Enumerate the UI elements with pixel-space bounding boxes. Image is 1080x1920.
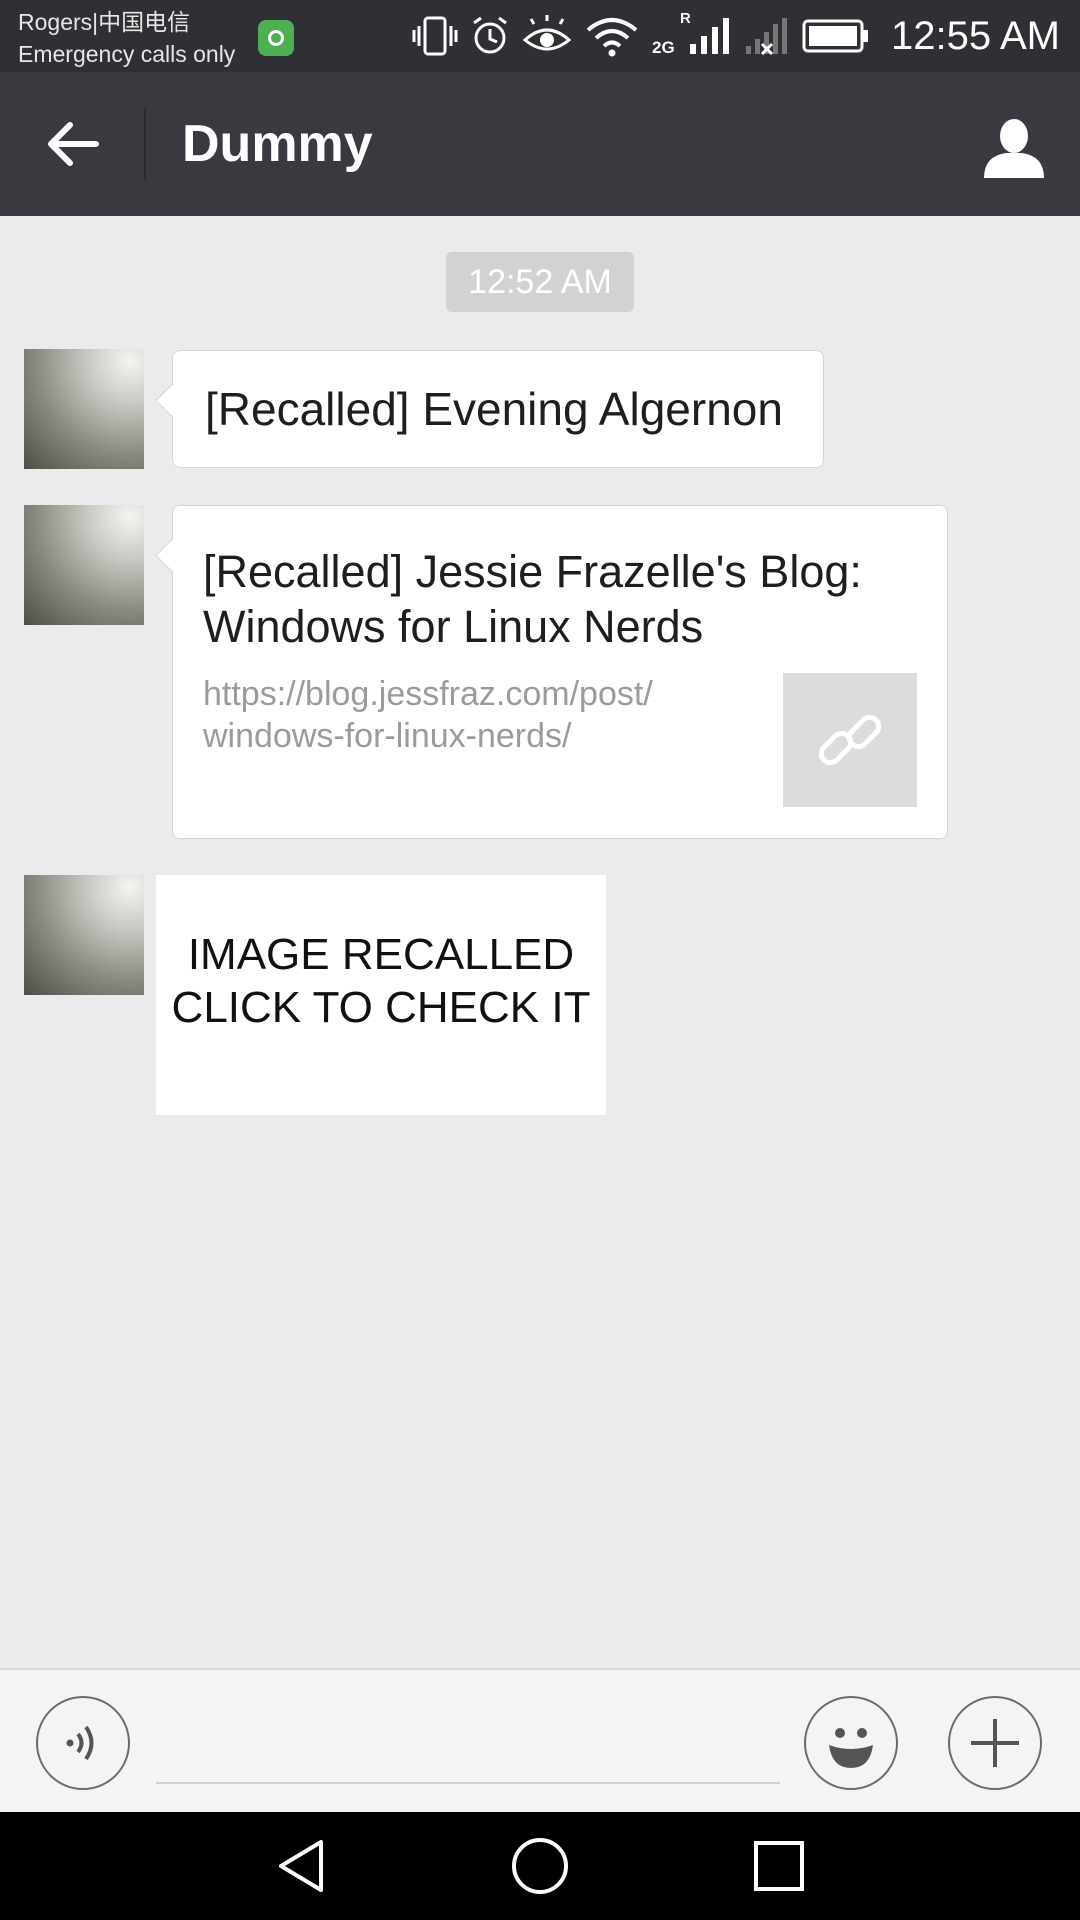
sender-avatar[interactable] — [24, 349, 144, 469]
network-type-label: 2G — [652, 38, 675, 57]
chat-title: Dummy — [182, 115, 373, 173]
emergency-calls-text: Emergency calls only — [18, 41, 236, 67]
nav-back-icon — [279, 1840, 323, 1892]
signal-icon — [690, 18, 729, 54]
sender-avatar[interactable] — [24, 875, 144, 995]
recalled-image-caption: IMAGE RECALLED CLICK TO CHECK IT — [171, 930, 591, 1032]
person-icon — [984, 119, 1044, 178]
vibrate-icon — [412, 16, 458, 56]
voice-input-button[interactable] — [36, 1696, 130, 1790]
wifi-icon — [586, 18, 638, 57]
link-thumbnail — [783, 673, 917, 807]
back-button[interactable] — [28, 104, 118, 184]
alarm-icon — [473, 16, 507, 54]
battery-icon — [802, 19, 868, 53]
message-text: [Recalled] Evening Algernon — [205, 383, 783, 435]
status-bar: Rogers|中国电信 Emergency calls only 2G R 12… — [0, 0, 1080, 72]
system-navigation-bar — [0, 1812, 1080, 1920]
link-icon — [818, 714, 882, 766]
status-clock: 12:55 AM — [890, 14, 1060, 58]
voice-icon — [66, 1725, 94, 1761]
emoji-button[interactable] — [804, 1696, 898, 1790]
message-input-bar — [0, 1668, 1080, 1812]
plus-icon — [971, 1719, 1019, 1767]
nav-home-button[interactable] — [495, 1830, 585, 1902]
message-timestamp: 12:52 AM — [446, 252, 634, 312]
link-title: [Recalled] Jessie Frazelle's Blog: Windo… — [203, 546, 862, 652]
more-options-button[interactable] — [948, 1696, 1042, 1790]
status-icons: 2G R — [412, 10, 870, 60]
link-message-card[interactable]: [Recalled] Jessie Frazelle's Blog: Windo… — [172, 505, 948, 839]
no-signal-icon — [746, 18, 787, 56]
message-text-input[interactable] — [156, 1710, 780, 1784]
header-divider — [144, 108, 146, 180]
eye-comfort-icon — [522, 15, 572, 51]
chat-info-button[interactable] — [974, 108, 1054, 188]
arrow-left-icon — [48, 122, 99, 166]
nav-back-button[interactable] — [256, 1830, 346, 1902]
link-url: https://blog.jessfraz.com/post/ windows-… — [203, 675, 653, 755]
nav-recents-icon — [754, 1841, 804, 1891]
nav-home-icon — [512, 1838, 568, 1894]
cellular-signal: 2G R — [652, 10, 732, 58]
carrier-info: Rogers|中国电信 Emergency calls only — [18, 6, 235, 70]
sender-avatar[interactable] — [24, 505, 144, 625]
nav-recents-button[interactable] — [734, 1830, 824, 1902]
chat-header: Dummy — [0, 72, 1080, 216]
notification-app-icon — [258, 20, 294, 56]
emoji-icon — [829, 1728, 873, 1768]
text-message-bubble[interactable]: [Recalled] Evening Algernon — [172, 350, 824, 468]
recalled-image-message[interactable]: IMAGE RECALLED CLICK TO CHECK IT — [156, 875, 606, 1115]
carrier-name: Rogers|中国电信 — [18, 9, 191, 35]
